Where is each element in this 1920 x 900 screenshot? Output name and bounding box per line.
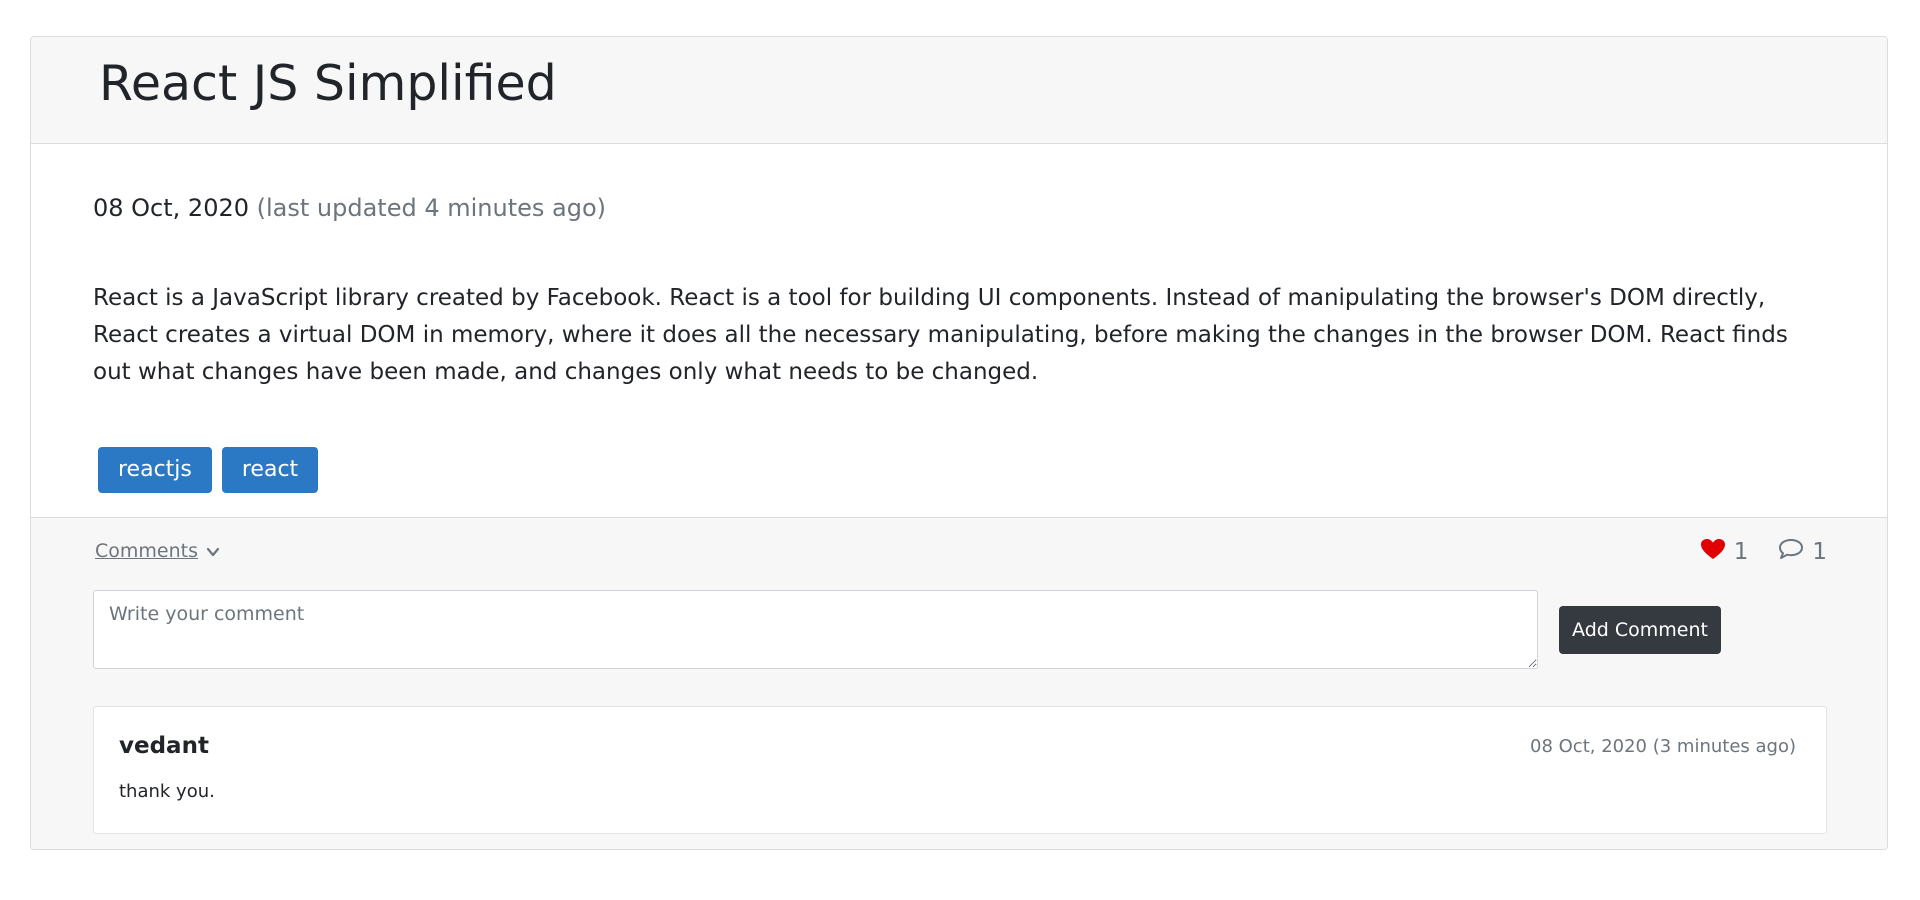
add-comment-button[interactable]: Add Comment (1559, 606, 1721, 654)
post-card: React JS Simplified 08 Oct, 2020 (last u… (30, 36, 1888, 850)
post-stats: 1 1 (1700, 538, 1827, 566)
like-stat[interactable]: 1 (1700, 538, 1749, 566)
comment-input[interactable] (93, 590, 1538, 669)
heart-icon[interactable] (1700, 538, 1726, 566)
comment-stat[interactable]: 1 (1778, 538, 1827, 566)
post-date: 08 Oct, 2020 (93, 194, 249, 222)
comment-item: vedant 08 Oct, 2020 (3 minutes ago) than… (93, 706, 1827, 834)
chevron-down-icon[interactable] (206, 544, 220, 558)
post-footer: Comments 1 1 Write your comment Add Comm… (31, 517, 1887, 849)
post-meta: 08 Oct, 2020 (last updated 4 minutes ago… (93, 193, 606, 224)
comments-toggle[interactable]: Comments (95, 540, 220, 562)
post-title: React JS Simplified (99, 55, 557, 112)
comment-count: 1 (1812, 539, 1827, 565)
comment-date: 08 Oct, 2020 (3 minutes ago) (1530, 736, 1796, 757)
tag-react[interactable]: react (221, 447, 319, 493)
tag-reactjs[interactable]: reactjs (98, 447, 212, 493)
post-updated: (last updated 4 minutes ago) (256, 194, 607, 222)
comment-author: vedant (119, 733, 209, 759)
tag-list: reactjs react (98, 447, 319, 493)
comments-toggle-label[interactable]: Comments (95, 540, 198, 562)
post-body: React is a JavaScript library created by… (93, 285, 1788, 385)
comment-text: thank you. (119, 781, 215, 802)
post-header: React JS Simplified (31, 37, 1887, 144)
speech-bubble-icon[interactable] (1778, 538, 1804, 566)
like-count: 1 (1733, 539, 1749, 565)
